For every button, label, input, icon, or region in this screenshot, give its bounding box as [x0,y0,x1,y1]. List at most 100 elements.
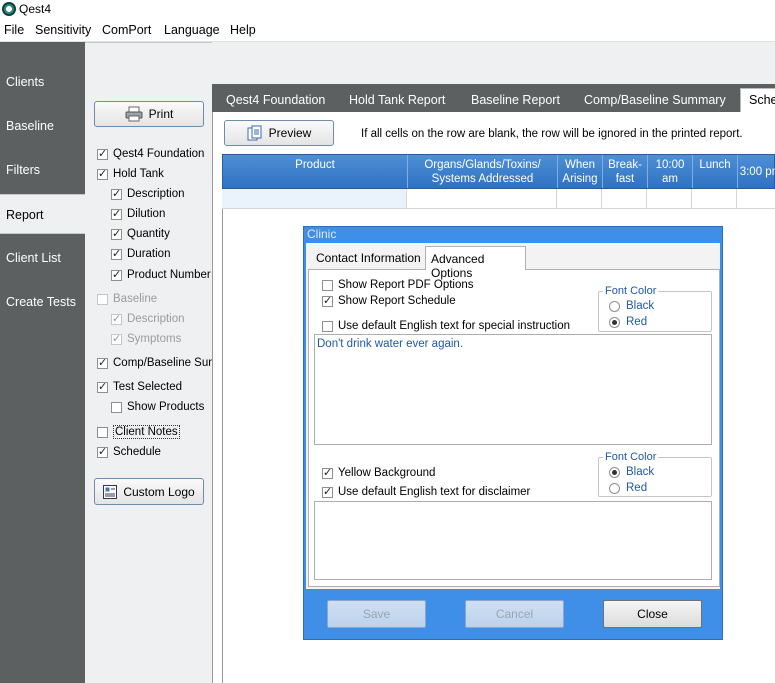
checkbox[interactable] [97,426,108,438]
checkbox[interactable] [322,279,333,291]
chk-comp-baseline-sum[interactable]: Comp/Baseline Sum [97,356,218,369]
cancel-button[interactable]: Cancel [465,600,564,628]
checkbox[interactable] [97,167,108,180]
checkbox[interactable] [111,332,122,345]
radio-button[interactable] [609,482,620,494]
col-organs[interactable]: Organs/Glands/Toxins/ Systems Addressed [408,155,558,188]
disclaimer-textarea[interactable] [314,501,712,580]
print-label: Print [148,107,174,121]
tab-contact-information[interactable]: Contact Information [308,246,424,268]
radio-black-1[interactable]: Black [609,300,654,312]
menu-sensitivity[interactable]: Sensitivity [35,23,91,37]
checkbox[interactable] [97,293,108,305]
chk-quantity[interactable]: Quantity [111,227,170,240]
chk-show-report-pdf-options[interactable]: Show Report PDF Options [322,279,474,291]
menu-comport[interactable]: ComPort [102,23,151,37]
cell-300-pm[interactable] [737,189,775,208]
checkbox[interactable] [111,401,122,413]
radio-red-1[interactable]: Red [609,316,647,328]
chk-description[interactable]: Description [111,187,185,200]
radio-button[interactable] [609,316,620,328]
checkbox[interactable] [111,268,122,281]
grid-border [222,209,223,683]
special-instruction-textarea[interactable] [314,334,712,445]
nav-report[interactable]: Report [0,194,85,234]
chk-duration[interactable]: Duration [111,247,170,260]
custom-logo-button[interactable]: Custom Logo [94,478,204,505]
table-row[interactable] [222,189,775,209]
font-color-label-1: Font Color [603,285,659,297]
chk-hold-tank[interactable]: Hold Tank [97,167,164,180]
report-tabstrip: Qest4 Foundation Hold Tank Report Baseli… [212,84,775,112]
chk-qest4-foundation[interactable]: Qest4 Foundation [97,147,204,160]
col-300-pm[interactable]: 3:00 pm [738,155,775,188]
checkbox[interactable] [111,227,122,240]
nav-create-tests[interactable]: Create Tests [0,282,85,322]
tab-qest4-foundation[interactable]: Qest4 Foundation [226,93,325,107]
left-nav: Clients Baseline Filters Report Client L… [0,42,85,683]
preview-icon [247,125,263,141]
checkbox[interactable] [322,485,333,498]
chk-schedule[interactable]: Schedule [97,445,161,458]
cell-lunch[interactable] [692,189,737,208]
chk-baseline-description[interactable]: Description [111,312,185,325]
chk-client-notes[interactable]: Client Notes [97,425,180,439]
cell-1000-am[interactable] [647,189,692,208]
col-lunch[interactable]: Lunch [693,155,738,188]
schedule-grid-header: Product Organs/Glands/Toxins/ Systems Ad… [222,154,775,189]
cell-breakfast[interactable] [602,189,647,208]
col-breakfast[interactable]: Break- fast [603,155,648,188]
chk-yellow-background[interactable]: Yellow Background [322,466,435,479]
checkbox[interactable] [111,247,122,260]
radio-button[interactable] [609,466,620,478]
checkbox[interactable] [322,294,333,307]
chk-default-instruction[interactable]: Use default English text for special ins… [322,320,570,332]
col-product[interactable]: Product [223,155,408,188]
menu-help[interactable]: Help [230,23,256,37]
nav-clients[interactable]: Clients [0,62,85,102]
chk-dilution[interactable]: Dilution [111,207,165,220]
nav-client-list[interactable]: Client List [0,238,85,278]
print-button[interactable]: Print [94,101,204,127]
tab-schedule[interactable]: Sche [740,88,775,112]
nav-baseline[interactable]: Baseline [0,106,85,146]
col-when-arising[interactable]: When Arising [558,155,603,188]
close-button[interactable]: Close [603,600,702,628]
nav-filters[interactable]: Filters [0,150,85,190]
chk-baseline[interactable]: Baseline [97,293,157,305]
menu-language[interactable]: Language [164,23,220,37]
chk-show-report-schedule[interactable]: Show Report Schedule [322,294,456,307]
chk-symptoms[interactable]: Symptoms [111,332,181,345]
checkbox[interactable] [97,147,108,160]
cell-when-arising[interactable] [557,189,602,208]
chk-test-selected[interactable]: Test Selected [97,380,182,393]
chk-show-products[interactable]: Show Products [111,401,204,413]
tab-baseline-report[interactable]: Baseline Report [471,93,560,107]
menu-file[interactable]: File [4,23,24,37]
checkbox[interactable] [97,445,108,458]
col-1000-am[interactable]: 10:00 am [648,155,693,188]
checkbox[interactable] [97,356,108,369]
checkbox[interactable] [97,380,108,393]
cell-organs[interactable] [407,189,557,208]
tab-hold-tank-report[interactable]: Hold Tank Report [349,93,445,107]
printer-icon [125,106,143,122]
preview-label: Preview [268,126,312,140]
tab-comp-baseline-summary[interactable]: Comp/Baseline Summary [584,93,726,107]
tab-advanced-options[interactable]: Advanced Options [425,246,526,280]
radio-button[interactable] [609,300,620,312]
save-button[interactable]: Save [327,600,426,628]
radio-black-2[interactable]: Black [609,466,654,478]
checkbox[interactable] [111,312,122,325]
radio-red-2[interactable]: Red [609,482,647,494]
preview-button[interactable]: Preview [224,120,334,146]
checkbox[interactable] [111,187,122,200]
chk-default-disclaimer[interactable]: Use default English text for disclaimer [322,485,530,498]
checkbox[interactable] [322,466,333,479]
special-instruction-text: Don't drink water ever again. [317,338,464,350]
chk-product-number[interactable]: Product Number [111,268,211,281]
custom-logo-label: Custom Logo [123,484,195,499]
cell-product[interactable] [222,189,407,208]
checkbox[interactable] [322,320,333,332]
checkbox[interactable] [111,207,122,220]
